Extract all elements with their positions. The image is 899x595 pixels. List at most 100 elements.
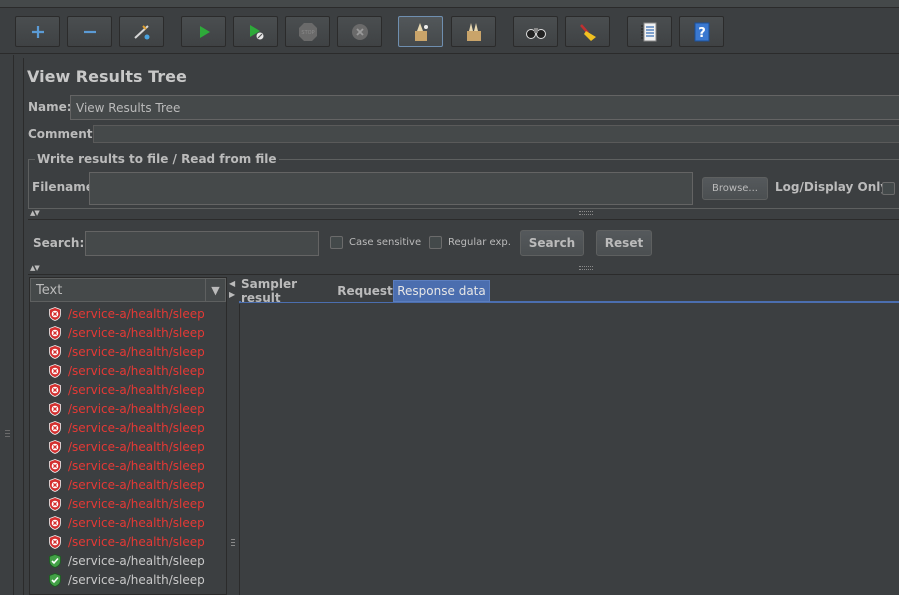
tree-row[interactable]: /service-a/health/sleep bbox=[30, 475, 226, 494]
comments-field[interactable] bbox=[93, 125, 899, 143]
search-button-toolbar[interactable] bbox=[513, 16, 558, 47]
error-shield-icon bbox=[48, 306, 62, 321]
error-shield-icon bbox=[48, 477, 62, 492]
search-button[interactable]: Search bbox=[520, 230, 584, 256]
error-shield-icon bbox=[48, 439, 62, 454]
log-display-checkbox[interactable] bbox=[882, 182, 895, 195]
toggle-icon bbox=[133, 24, 149, 39]
tree-row[interactable]: /service-a/health/sleep bbox=[30, 532, 226, 551]
file-group-title: Write results to file / Read from file bbox=[35, 152, 279, 166]
remove-button[interactable] bbox=[67, 16, 112, 47]
tree-row[interactable]: /service-a/health/sleep bbox=[30, 437, 226, 456]
tree-row[interactable]: /service-a/health/sleep bbox=[30, 513, 226, 532]
help-icon: ? bbox=[694, 22, 709, 41]
clear-all-button[interactable] bbox=[451, 16, 496, 47]
tree-row[interactable]: /service-a/health/sleep bbox=[30, 361, 226, 380]
tab-request[interactable]: Request bbox=[337, 280, 393, 302]
left-splitter[interactable] bbox=[0, 55, 14, 595]
clear-button[interactable] bbox=[398, 16, 443, 47]
stop-button[interactable]: STOP bbox=[285, 16, 330, 47]
splitter-grip-icon bbox=[5, 430, 10, 444]
case-sensitive-label: Case sensitive bbox=[349, 237, 422, 248]
divider bbox=[28, 274, 899, 275]
start-icon bbox=[199, 25, 210, 38]
tree-row[interactable]: /service-a/health/sleep bbox=[30, 399, 226, 418]
svg-text:?: ? bbox=[698, 26, 706, 41]
response-data-content bbox=[239, 304, 899, 595]
vertical-splitter[interactable]: ◀ ▶ bbox=[228, 277, 238, 595]
splitter-bar-middle[interactable]: ▲▼ bbox=[28, 264, 899, 272]
error-shield-icon bbox=[48, 401, 62, 416]
tree-row-label: /service-a/health/sleep bbox=[68, 572, 205, 587]
search-label: Search: bbox=[33, 236, 85, 250]
splitter-bar-top[interactable]: ▲▼ bbox=[28, 210, 899, 217]
tree-row-label: /service-a/health/sleep bbox=[68, 458, 205, 473]
function-helper-icon bbox=[640, 22, 656, 41]
name-field[interactable]: View Results Tree bbox=[70, 95, 899, 120]
error-shield-icon bbox=[48, 515, 62, 530]
help-button[interactable]: ? bbox=[679, 16, 724, 47]
file-group: Write results to file / Read from file F… bbox=[28, 152, 899, 209]
tree-row-label: /service-a/health/sleep bbox=[68, 306, 205, 321]
tree-row-label: /service-a/health/sleep bbox=[68, 344, 205, 359]
search-binoculars-icon bbox=[525, 27, 546, 39]
error-shield-icon bbox=[48, 496, 62, 511]
tree-row-label: /service-a/health/sleep bbox=[68, 382, 205, 397]
tab-response-data[interactable]: Response data bbox=[393, 280, 490, 302]
chevron-down-icon[interactable]: ▼ bbox=[205, 279, 225, 301]
tree-row[interactable]: /service-a/health/sleep bbox=[30, 418, 226, 437]
browse-button[interactable]: Browse... bbox=[702, 177, 768, 200]
tree-row-label: /service-a/health/sleep bbox=[68, 363, 205, 378]
splitter-grip-icon bbox=[579, 266, 593, 270]
log-display-label: Log/Display Only: bbox=[775, 180, 893, 194]
case-sensitive-checkbox[interactable] bbox=[330, 236, 343, 249]
clear-all-icon bbox=[466, 22, 481, 41]
function-helper-button[interactable] bbox=[627, 16, 672, 47]
tree-header-label: Text bbox=[36, 283, 63, 298]
tree-row-label: /service-a/health/sleep bbox=[68, 496, 205, 511]
regex-checkbox[interactable] bbox=[429, 236, 442, 249]
collapse-arrows-icon: ▲▼ bbox=[30, 264, 40, 272]
start-no-pauses-button[interactable] bbox=[233, 16, 278, 47]
expand-right-arrow-icon: ▶ bbox=[229, 290, 236, 299]
clear-icon bbox=[414, 22, 428, 41]
start-button[interactable] bbox=[181, 16, 226, 47]
tree-row[interactable]: /service-a/health/sleep bbox=[30, 304, 226, 323]
collapse-left-arrow-icon: ◀ bbox=[229, 279, 236, 288]
add-icon bbox=[31, 25, 44, 38]
shutdown-button[interactable] bbox=[337, 16, 382, 47]
tree-row[interactable]: /service-a/health/sleep bbox=[30, 342, 226, 361]
add-button[interactable] bbox=[15, 16, 60, 47]
reset-search-button[interactable] bbox=[565, 16, 610, 47]
error-shield-icon bbox=[48, 534, 62, 549]
tree-row[interactable]: /service-a/health/sleep bbox=[30, 380, 226, 399]
search-input[interactable] bbox=[85, 231, 319, 256]
window-top-edge bbox=[0, 0, 899, 8]
tree-row[interactable]: /service-a/health/sleep bbox=[30, 570, 226, 589]
tree-row[interactable]: /service-a/health/sleep bbox=[30, 456, 226, 475]
tree-header[interactable]: Text ▼ bbox=[30, 278, 226, 302]
tree-row[interactable]: /service-a/health/sleep bbox=[30, 494, 226, 513]
reset-button[interactable]: Reset bbox=[596, 230, 652, 256]
tree-row-label: /service-a/health/sleep bbox=[68, 553, 205, 568]
error-shield-icon bbox=[48, 458, 62, 473]
filename-label: Filename bbox=[32, 180, 94, 194]
divider bbox=[28, 219, 899, 220]
tree-row-label: /service-a/health/sleep bbox=[68, 515, 205, 530]
page-title: View Results Tree bbox=[27, 67, 187, 86]
toggle-button[interactable] bbox=[119, 16, 164, 47]
error-shield-icon bbox=[48, 420, 62, 435]
error-shield-icon bbox=[48, 344, 62, 359]
filename-field[interactable] bbox=[89, 172, 693, 205]
toolbar: STOP ? bbox=[0, 8, 899, 54]
success-shield-icon bbox=[48, 572, 62, 587]
tree-row[interactable]: /service-a/health/sleep bbox=[30, 323, 226, 342]
splitter-grip-icon bbox=[579, 211, 593, 215]
tree-row-label: /service-a/health/sleep bbox=[68, 325, 205, 340]
tree-rows: /service-a/health/sleep/service-a/health… bbox=[30, 304, 226, 589]
tab-sampler-result[interactable]: Sampler result bbox=[241, 277, 337, 305]
tree-row[interactable]: /service-a/health/sleep bbox=[30, 551, 226, 570]
success-shield-icon bbox=[48, 553, 62, 568]
splitter-grip-icon bbox=[231, 539, 235, 553]
start-no-pauses-icon bbox=[249, 24, 263, 39]
